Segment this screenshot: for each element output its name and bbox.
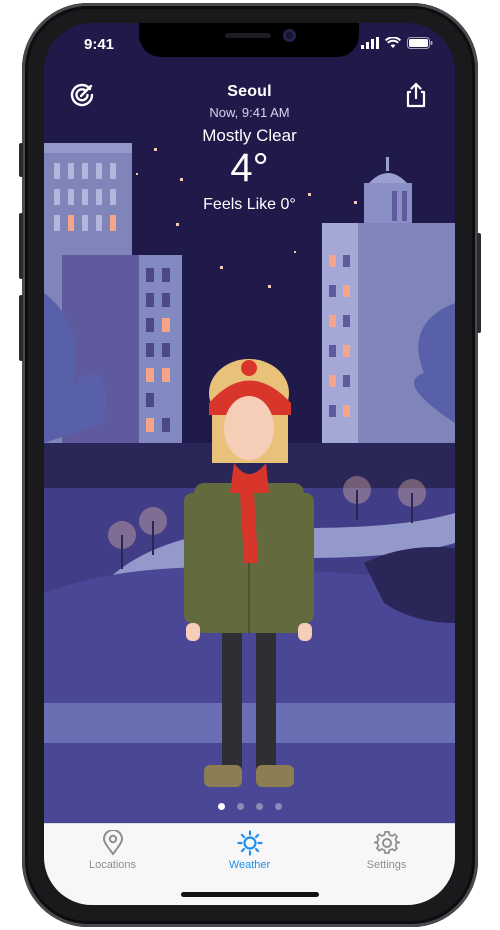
battery-icon <box>407 37 433 49</box>
page-dot[interactable] <box>236 803 244 810</box>
page-dot[interactable] <box>255 803 263 810</box>
wifi-icon <box>385 37 401 48</box>
status-icons <box>361 37 433 49</box>
tab-weather-label: Weather <box>228 859 271 871</box>
gear-icon <box>373 831 400 854</box>
feels-like: Feels Like 0° <box>203 196 296 213</box>
page-indicator[interactable] <box>44 803 455 810</box>
weather-header: Seoul Now, 9:41 AM Mostly Clear 4° Feels… <box>44 83 455 214</box>
app-screen: 9:41 Seoul Now, 9:41 AM Mostly Clear 4° … <box>44 23 455 905</box>
signal-icon <box>361 37 379 49</box>
location-pin-icon <box>102 830 123 856</box>
camera-notch <box>139 23 359 57</box>
weather-condition: Mostly Clear <box>202 126 297 145</box>
tab-settings-label: Settings <box>366 859 407 871</box>
page-dot[interactable] <box>217 803 225 810</box>
tab-locations[interactable]: Locations <box>44 824 181 905</box>
city-name: Seoul <box>227 83 272 100</box>
tab-settings[interactable]: Settings <box>318 824 455 905</box>
page-dot[interactable] <box>274 803 282 810</box>
home-indicator[interactable] <box>181 892 319 897</box>
tab-locations-label: Locations <box>88 859 137 871</box>
temperature: 4° <box>230 146 269 190</box>
sun-icon <box>236 830 263 856</box>
updated-time: Now, 9:41 AM <box>209 105 290 120</box>
status-time: 9:41 <box>83 36 115 53</box>
